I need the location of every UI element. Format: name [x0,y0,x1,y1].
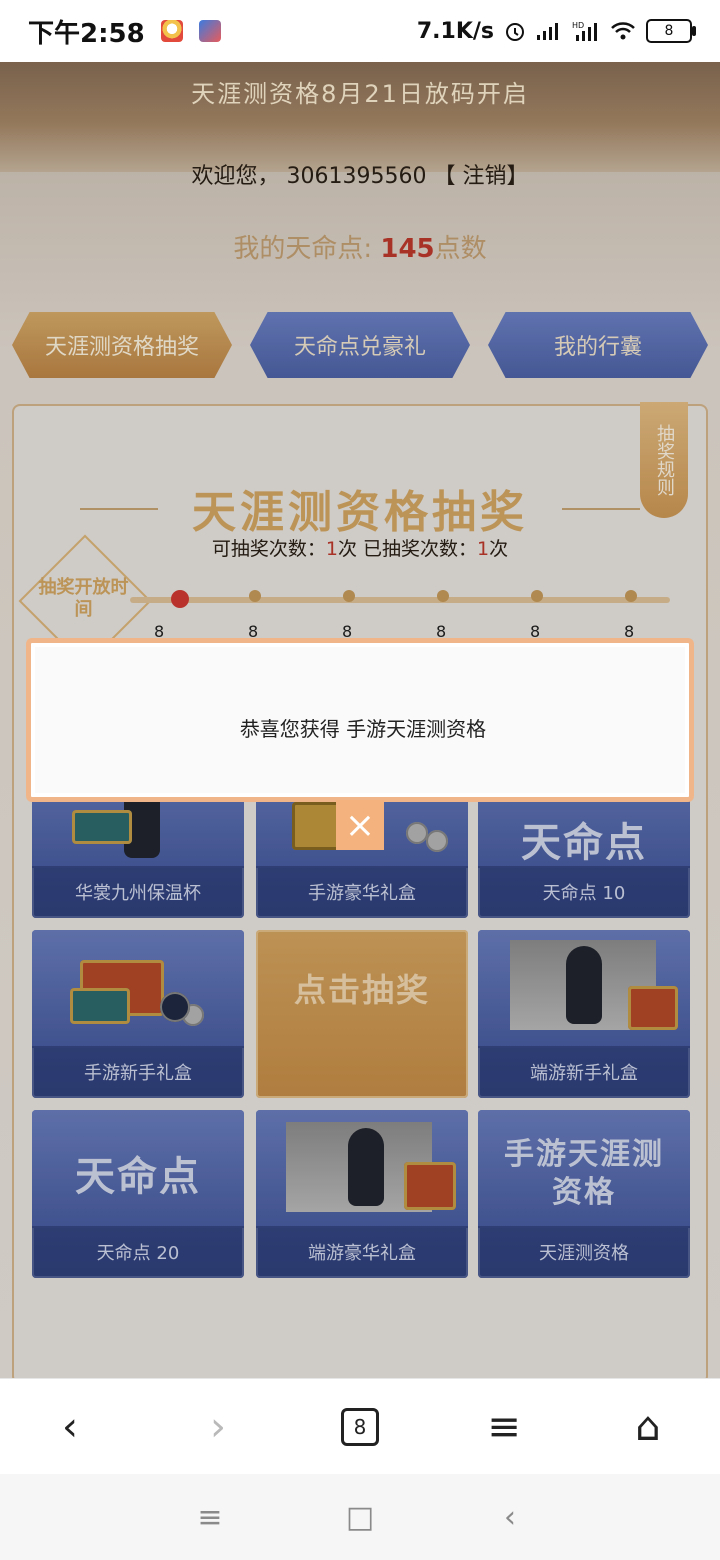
tabs-button[interactable]: 8 [310,1379,410,1475]
recent-apps-icon: ≡ [197,1499,223,1535]
alarm-icon [506,23,524,41]
close-button[interactable]: × [336,800,384,850]
forward-button[interactable]: › [168,1379,268,1475]
battery-level: 8 [664,23,674,39]
system-nav-bar: ≡ □ ‹ [0,1474,720,1560]
browser-toolbar: ‹ › 8 ≡ ⌂ [0,1378,720,1475]
signal-icon [537,23,558,40]
tabs-count: 8 [341,1408,379,1446]
menu-icon: ≡ [487,1404,521,1450]
wifi-icon [611,22,635,40]
app-icon [198,20,221,42]
system-home-icon: □ [345,1499,375,1535]
menu-button[interactable]: ≡ [454,1379,554,1475]
status-right: 7.1K/s HD 8 [416,18,696,44]
battery-icon: 8 [646,19,696,43]
hd-signal-icon: HD [572,21,597,41]
qq-icon [160,20,183,42]
system-back-icon: ‹ [504,1499,516,1535]
close-icon: × [344,804,376,846]
home-icon: ⌂ [635,1404,661,1450]
svg-text:HD: HD [572,21,584,30]
status-bar: 下午2:58 7.1K/s HD 8 [0,0,720,62]
result-message: 恭喜您获得 手游天涯测资格 [239,717,487,741]
result-dialog: 恭喜您获得 手游天涯测资格 [28,640,692,800]
home-button[interactable]: ⌂ [598,1379,698,1475]
network-speed: 7.1K/s [416,18,494,44]
recent-apps-button[interactable]: ≡ [170,1474,250,1560]
status-time: 下午2:58 [28,18,145,49]
system-home-button[interactable]: □ [320,1474,400,1560]
back-icon: ‹ [62,1404,78,1450]
back-button[interactable]: ‹ [20,1379,120,1475]
system-back-button[interactable]: ‹ [470,1474,550,1560]
status-left: 下午2:58 [28,13,221,50]
forward-icon: › [210,1404,226,1450]
